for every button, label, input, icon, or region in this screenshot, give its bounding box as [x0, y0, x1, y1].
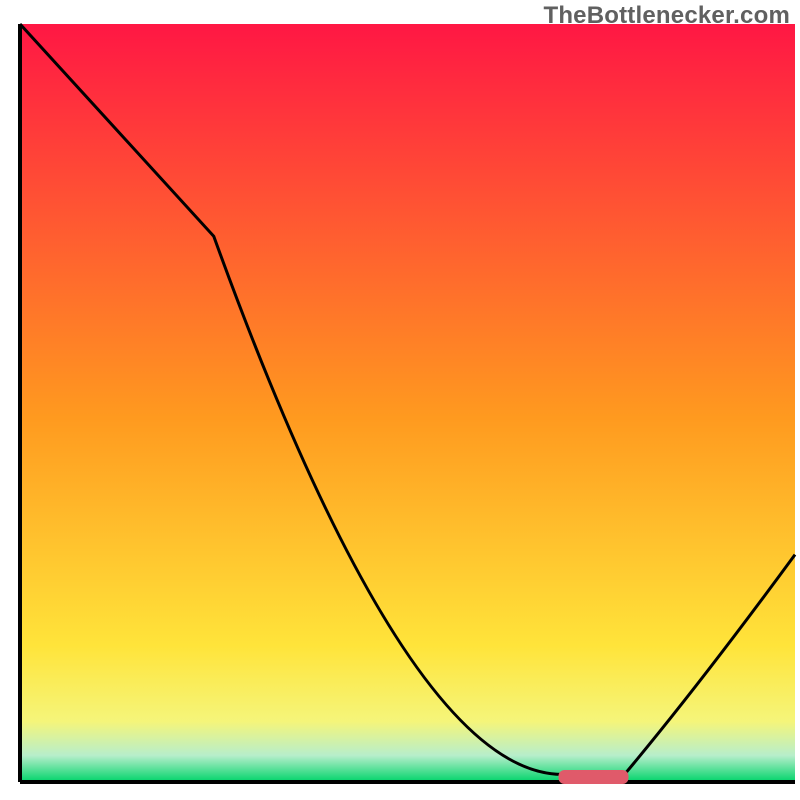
- gradient-background: [20, 24, 795, 782]
- optimal-marker: [559, 770, 629, 784]
- chart-container: TheBottlenecker.com: [0, 0, 800, 800]
- bottleneck-chart: [0, 0, 800, 800]
